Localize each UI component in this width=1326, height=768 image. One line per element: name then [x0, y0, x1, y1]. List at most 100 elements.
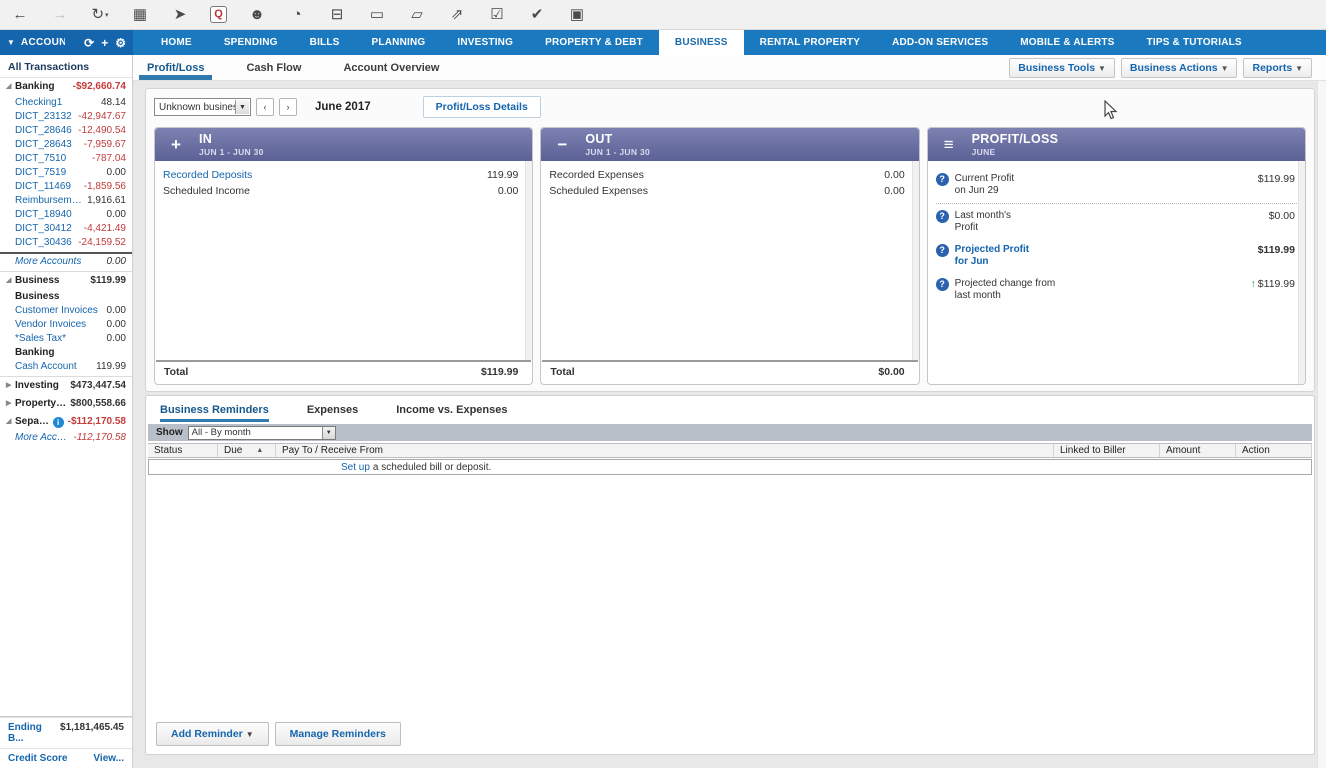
- sidebar-item-investing[interactable]: ▶Investing$473,447.54: [0, 376, 132, 395]
- sidebar-item-sales-tax[interactable]: *Sales Tax*0.00: [0, 332, 132, 346]
- tab-tips-tutorials[interactable]: TIPS & TUTORIALS: [1131, 30, 1258, 55]
- column-header-pay-to-receive-from[interactable]: Pay To / Receive From: [276, 444, 1054, 457]
- tab-expenses[interactable]: Expenses: [307, 404, 358, 424]
- add-reminder-button[interactable]: Add Reminder ▼: [156, 722, 269, 746]
- show-filter-select[interactable]: All - By month ▼: [188, 426, 336, 440]
- reports-button[interactable]: Reports ▼: [1243, 58, 1312, 78]
- tab-home[interactable]: HOME: [145, 30, 208, 55]
- sidebar-item-dict-11469[interactable]: DICT_11469-1,859.56: [0, 180, 132, 194]
- find-payee-icon[interactable]: ☻: [247, 7, 267, 22]
- refresh-accounts-icon[interactable]: ⟳: [84, 36, 94, 50]
- scrollbar-track[interactable]: [1317, 81, 1326, 768]
- tab-mobile-alerts[interactable]: MOBILE & ALERTS: [1004, 30, 1130, 55]
- sidebar-item-business[interactable]: ◢Business$119.99: [0, 271, 132, 290]
- expand-arrow-icon[interactable]: ▶: [6, 398, 15, 410]
- sidebar-item-property-debt[interactable]: ▶Property & Debt$800,558.66: [0, 395, 132, 413]
- chevron-down-icon: ▾: [105, 12, 109, 19]
- ending-b-link[interactable]: Ending B...: [8, 722, 60, 744]
- subtab-profit-loss[interactable]: Profit/Loss: [147, 55, 204, 80]
- help-icon[interactable]: ?: [936, 210, 949, 223]
- budget-pie-icon[interactable]: ◔: [287, 7, 307, 22]
- tab-investing[interactable]: INVESTING: [441, 30, 529, 55]
- chevron-down-icon[interactable]: ▼: [322, 427, 335, 439]
- sidebar-item-customer-invoices[interactable]: Customer Invoices0.00: [0, 304, 132, 318]
- alerts-icon[interactable]: ➤: [170, 7, 190, 22]
- sidebar-item-more-accounts[interactable]: More Accounts-112,170.58: [0, 431, 132, 445]
- expand-arrow-icon[interactable]: ◢: [6, 275, 15, 287]
- column-header-linked-to-biller[interactable]: Linked to Biller: [1054, 444, 1160, 457]
- chevron-down-icon[interactable]: ▼: [235, 100, 249, 114]
- help-icon[interactable]: ?: [936, 244, 949, 257]
- next-month-button[interactable]: ›: [279, 98, 297, 116]
- tab-business[interactable]: BUSINESS: [659, 30, 744, 55]
- set-up-link[interactable]: Set up: [341, 462, 370, 473]
- sidebar-item-all-transactions[interactable]: All Transactions: [0, 58, 132, 78]
- quicken-home-icon[interactable]: Q: [210, 6, 227, 23]
- desktop-sync-icon[interactable]: ▭: [367, 7, 387, 22]
- sidebar-item-dict-7510[interactable]: DICT_7510-787.04: [0, 152, 132, 166]
- tab-property-debt[interactable]: PROPERTY & DEBT: [529, 30, 659, 55]
- out-panel-scrollbar[interactable]: [912, 161, 919, 360]
- profit-loss-panel-scrollbar[interactable]: [1298, 161, 1305, 384]
- info-icon[interactable]: i: [53, 417, 64, 428]
- sidebar-item-dict-30412[interactable]: DICT_30412-4,421.49: [0, 222, 132, 236]
- forward-icon[interactable]: →: [50, 7, 70, 22]
- profit-loss-details-button[interactable]: Profit/Loss Details: [423, 96, 541, 118]
- credit-score-value[interactable]: View...: [93, 753, 124, 764]
- sidebar-item-dict-28646[interactable]: DICT_28646-12,490.54: [0, 124, 132, 138]
- print-icon[interactable]: ⊟: [327, 7, 347, 22]
- help-icon[interactable]: ?: [936, 173, 949, 186]
- calendar-reports-icon[interactable]: ▦: [130, 7, 150, 22]
- sync-update-icon[interactable]: ↻▾: [90, 7, 110, 22]
- tab-bills[interactable]: BILLS: [294, 30, 356, 55]
- sidebar-item-vendor-invoices[interactable]: Vendor Invoices0.00: [0, 318, 132, 332]
- tab-income-vs-expenses[interactable]: Income vs. Expenses: [396, 404, 507, 424]
- tab-business-reminders[interactable]: Business Reminders: [160, 404, 269, 424]
- expand-arrow-icon[interactable]: ◢: [6, 81, 15, 93]
- expand-arrow-icon[interactable]: ◢: [6, 416, 15, 428]
- back-icon[interactable]: ←: [10, 7, 30, 22]
- help-icon[interactable]: ?: [936, 278, 949, 291]
- recorded-deposits-link[interactable]: Recorded Deposits: [163, 169, 252, 181]
- sidebar-item-dict-30436[interactable]: DICT_30436-24,159.52: [0, 236, 132, 254]
- subtab-cash-flow[interactable]: Cash Flow: [246, 55, 301, 80]
- column-header-due[interactable]: Due▲: [218, 444, 276, 457]
- tab-add-on-services[interactable]: ADD-ON SERVICES: [876, 30, 1004, 55]
- manage-reminders-button[interactable]: Manage Reminders: [275, 722, 401, 746]
- sidebar-item-dict-28643[interactable]: DICT_28643-7,959.67: [0, 138, 132, 152]
- business-tools-button[interactable]: Business Tools ▼: [1009, 58, 1115, 78]
- business-actions-button[interactable]: Business Actions ▼: [1121, 58, 1238, 78]
- tab-spending[interactable]: SPENDING: [208, 30, 294, 55]
- sidebar-item-cash-account[interactable]: Cash Account119.99: [0, 360, 132, 374]
- expand-arrow-icon[interactable]: ▶: [6, 380, 15, 392]
- business-select[interactable]: Unknown business ▼: [154, 98, 251, 116]
- task-list-icon[interactable]: ☑: [487, 7, 507, 22]
- column-header-action[interactable]: Action: [1236, 444, 1312, 457]
- sidebar-item-separate[interactable]: ◢Separatei-$112,170.58: [0, 413, 132, 431]
- in-panel-scrollbar[interactable]: [525, 161, 532, 360]
- sidebar-item-dict-7519[interactable]: DICT_75190.00: [0, 166, 132, 180]
- address-book-icon[interactable]: ▣: [567, 7, 587, 22]
- sidebar-item-more-accounts[interactable]: More Accounts0.00: [0, 255, 132, 269]
- sidebar-item-reimburseme[interactable]: Reimburseme...1,916.61: [0, 194, 132, 208]
- previous-month-button[interactable]: ‹: [256, 98, 274, 116]
- tab-planning[interactable]: PLANNING: [356, 30, 442, 55]
- tab-rental-property[interactable]: RENTAL PROPERTY: [744, 30, 876, 55]
- sidebar-item-business[interactable]: Business: [0, 290, 132, 304]
- bill-pay-icon[interactable]: ▱: [407, 7, 427, 22]
- sidebar-item-dict-18940[interactable]: DICT_189400.00: [0, 208, 132, 222]
- add-account-icon[interactable]: +: [101, 36, 108, 50]
- verify-check-icon[interactable]: ✔: [527, 7, 547, 22]
- investment-growth-icon[interactable]: ⇗: [447, 7, 467, 22]
- sidebar-item-banking[interactable]: ◢Banking-$92,660.74: [0, 78, 132, 96]
- subtab-account-overview[interactable]: Account Overview: [343, 55, 439, 80]
- accounts-collapse-icon[interactable]: ▼: [7, 38, 15, 47]
- credit-score-link[interactable]: Credit Score: [8, 753, 67, 764]
- projected-profit-link[interactable]: Projected Profitfor Jun: [955, 244, 1250, 268]
- account-settings-icon[interactable]: ⚙: [115, 36, 126, 50]
- column-header-status[interactable]: Status: [148, 444, 218, 457]
- sidebar-item-checking1[interactable]: Checking148.14: [0, 96, 132, 110]
- column-header-amount[interactable]: Amount: [1160, 444, 1236, 457]
- sidebar-item-banking[interactable]: Banking: [0, 346, 132, 360]
- sidebar-item-dict-23132[interactable]: DICT_23132-42,947.67: [0, 110, 132, 124]
